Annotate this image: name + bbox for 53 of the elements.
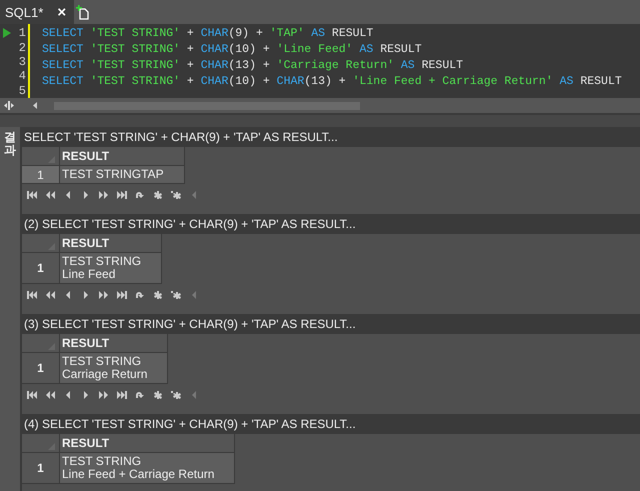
row-number[interactable]: 1 — [22, 166, 60, 184]
column-header[interactable]: RESULT — [60, 334, 168, 353]
editor-tab[interactable]: SQL1* × — [0, 0, 74, 24]
fast-forward-icon[interactable] — [99, 391, 109, 399]
line-number: 1 — [18, 26, 26, 40]
last-icon[interactable] — [117, 191, 127, 199]
table-cell: TEST STRING Carriage Return — [60, 353, 168, 384]
results-tab[interactable]: 결과 — [0, 127, 22, 491]
fast-forward-icon[interactable] — [99, 291, 109, 299]
column-header[interactable]: RESULT — [60, 147, 185, 166]
column-header[interactable]: RESULT — [60, 234, 162, 253]
new-document-icon[interactable] — [76, 4, 90, 20]
asterisk-icon[interactable] — [153, 391, 163, 399]
row-number[interactable]: 1 — [22, 353, 60, 384]
rewind-icon[interactable] — [45, 191, 55, 199]
tab-label: SQL1* — [5, 4, 44, 20]
refresh-icon[interactable] — [135, 191, 145, 199]
split-icon[interactable] — [4, 101, 14, 110]
line-number: 4 — [18, 69, 26, 84]
new-row-icon[interactable] — [171, 191, 181, 199]
code-editor[interactable]: SELECT 'TEST STRING' + CHAR(9) + 'TAP' AS RESULT SELECT 'TEST STRING' + CHAR(10) + 'Line Feed' AS RESULT SELECT 'TEST STRING' + CHAR(13) + 'Carriage Return' AS RESULT SELECT 'TEST STRING' + CHAR(10) + CHAR(13) + 'Line Feed + Carriage Return' AS RESULT — [42, 24, 640, 98]
new-row-icon[interactable] — [171, 391, 181, 399]
asterisk-icon[interactable] — [153, 191, 163, 199]
column-header[interactable]: RESULT — [60, 434, 236, 453]
close-button[interactable]: × — [57, 4, 66, 20]
first-icon[interactable] — [27, 391, 37, 399]
next-icon[interactable] — [81, 391, 91, 399]
asterisk-icon[interactable] — [153, 291, 163, 299]
first-icon[interactable] — [27, 191, 37, 199]
new-row-icon[interactable] — [171, 291, 181, 299]
fast-forward-icon[interactable] — [99, 191, 109, 199]
table-cell: TEST STRING Line Feed + Carriage Return — [60, 453, 236, 484]
refresh-icon[interactable] — [135, 291, 145, 299]
first-icon[interactable] — [27, 291, 37, 299]
result-title: (3) SELECT 'TEST STRING' + CHAR(9) + 'TAP' AS RESULT... — [22, 314, 640, 334]
result-title: SELECT 'TEST STRING' + CHAR(9) + 'TAP' AS RESULT... — [22, 127, 640, 147]
refresh-icon[interactable] — [135, 391, 145, 399]
result-title: (4) SELECT 'TEST STRING' + CHAR(9) + 'TAP' AS RESULT... — [22, 414, 640, 434]
row-number[interactable]: 1 — [22, 453, 60, 484]
next-icon[interactable] — [81, 291, 91, 299]
scroll-left-icon[interactable] — [32, 102, 38, 109]
row-number[interactable]: 1 — [22, 253, 60, 284]
line-number: 2 — [18, 40, 26, 55]
result-title: (2) SELECT 'TEST STRING' + CHAR(9) + 'TAP' AS RESULT... — [22, 214, 640, 234]
line-number: 3 — [18, 55, 26, 70]
next-icon[interactable] — [81, 191, 91, 199]
last-icon[interactable] — [117, 391, 127, 399]
table-cell: TEST STRINGTAP — [60, 166, 185, 184]
rewind-icon[interactable] — [45, 291, 55, 299]
rewind-icon[interactable] — [45, 391, 55, 399]
table-cell: TEST STRING Line Feed — [60, 253, 162, 284]
last-icon[interactable] — [117, 291, 127, 299]
line-number: 5 — [18, 84, 26, 98]
